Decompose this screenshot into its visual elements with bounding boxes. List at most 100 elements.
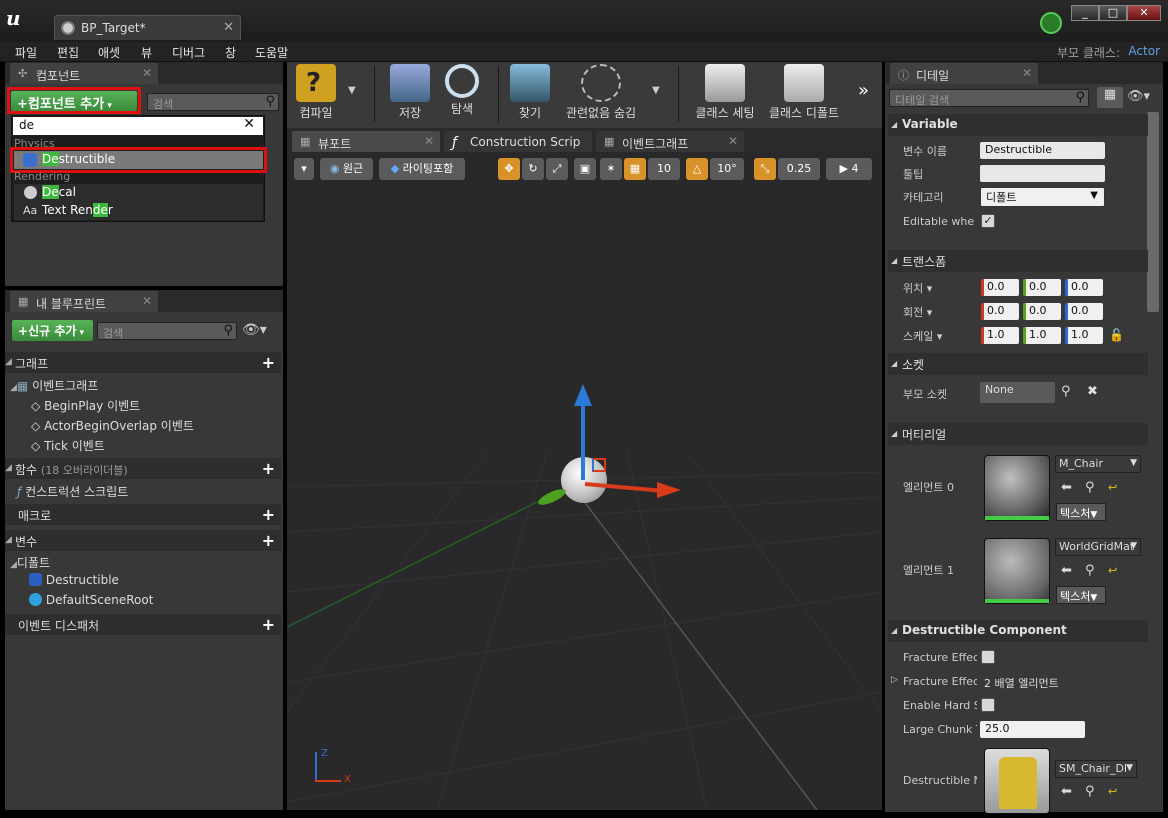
use-selected-icon[interactable]: ⬅: [1061, 480, 1072, 495]
hide-unrelated-button[interactable]: 관련없음 숨김: [563, 64, 639, 126]
world-local-button[interactable]: ▣: [574, 158, 596, 180]
add-dispatcher-icon[interactable]: +: [262, 615, 275, 634]
location-x-input[interactable]: 0.0: [981, 279, 1019, 296]
close-icon[interactable]: ✕: [424, 134, 434, 148]
location-label[interactable]: 위치 ▾: [903, 280, 932, 296]
source-control-icon[interactable]: [1040, 12, 1062, 34]
grid-snap-value[interactable]: 10: [648, 158, 680, 180]
eye-icon[interactable]: 👁▾: [1127, 89, 1150, 104]
material-thumbnail[interactable]: [984, 455, 1050, 521]
var-name-input[interactable]: Destructible: [980, 142, 1105, 159]
close-icon[interactable]: ✕: [142, 66, 152, 80]
variable-category-default[interactable]: ◢디폴트: [10, 554, 50, 574]
editable-checkbox[interactable]: ✓: [981, 214, 995, 228]
scale-tool-button[interactable]: ⤢: [546, 158, 568, 180]
use-selected-icon[interactable]: ⬅: [1061, 563, 1072, 578]
lock-icon[interactable]: 🔓: [1109, 328, 1124, 342]
add-graph-icon[interactable]: +: [262, 353, 275, 372]
section-macros[interactable]: 매크로 +: [5, 504, 281, 525]
browse-button[interactable]: 탐색: [440, 64, 484, 126]
browse-icon[interactable]: ⚲: [1085, 784, 1095, 799]
parent-class-link[interactable]: Actor: [1128, 44, 1160, 58]
close-tab-icon[interactable]: ✕: [223, 20, 234, 35]
camera-speed-button[interactable]: ▶ 4: [826, 158, 872, 180]
compile-options-icon[interactable]: ▼: [348, 85, 356, 96]
details-scrollbar[interactable]: [1147, 112, 1159, 312]
event-item[interactable]: ◇ Tick 이벤트: [31, 437, 105, 457]
reset-icon[interactable]: ↩: [1108, 785, 1117, 798]
tab-viewport[interactable]: ▦ 뷰포트 ✕: [291, 130, 441, 152]
rotation-snap-toggle[interactable]: △: [686, 158, 708, 180]
clear-icon[interactable]: ✖: [1087, 384, 1098, 399]
material-thumbnail[interactable]: [984, 538, 1050, 604]
scale-snap-value[interactable]: 0.25: [778, 158, 820, 180]
textures-button[interactable]: 텍스처▼: [1056, 503, 1106, 521]
eye-icon[interactable]: 👁▾: [242, 322, 267, 338]
gizmo-x-arrow[interactable]: [657, 482, 681, 498]
section-event-dispatchers[interactable]: 이벤트 디스패처 +: [5, 614, 281, 635]
dropdown-item-decal[interactable]: Decal: [14, 184, 263, 202]
section-destructible-component[interactable]: ◢ Destructible Component: [888, 620, 1148, 642]
add-function-icon[interactable]: +: [262, 459, 275, 478]
tab-construction-script[interactable]: ƒ Construction Scrip: [443, 130, 593, 152]
add-new-button[interactable]: +신규 추가 ▾: [12, 320, 93, 341]
save-button[interactable]: 저장: [388, 64, 432, 126]
property-matrix-button[interactable]: ▦: [1097, 87, 1123, 108]
scale-x-input[interactable]: 1.0: [981, 327, 1019, 344]
rotation-x-input[interactable]: 0.0: [981, 303, 1019, 320]
add-macro-icon[interactable]: +: [262, 505, 275, 524]
gizmo-plane-handle[interactable]: [592, 458, 606, 472]
location-z-input[interactable]: 0.0: [1065, 279, 1103, 296]
viewport[interactable]: Z X: [287, 152, 882, 810]
parent-socket-input[interactable]: None: [980, 382, 1055, 403]
section-materials[interactable]: ◢ 머티리얼: [888, 423, 1148, 445]
category-dropdown[interactable]: 디폴트 ▼: [980, 187, 1105, 207]
class-defaults-button[interactable]: 클래스 디폴트: [766, 64, 842, 126]
section-sockets[interactable]: ◢ 소켓: [888, 353, 1148, 375]
dropdown-item-text-render[interactable]: Aa Text Render: [14, 202, 263, 220]
document-tab[interactable]: BP_Target* ✕: [54, 15, 241, 40]
expand-icon[interactable]: ▷: [891, 675, 898, 685]
menu-debug[interactable]: 디버그: [172, 44, 205, 61]
surface-snap-button[interactable]: ✶: [600, 158, 622, 180]
tab-details[interactable]: ⓘ 디테일 ✕: [889, 62, 1039, 84]
reset-icon[interactable]: ↩: [1108, 564, 1117, 577]
search-icon[interactable]: ⚲: [1061, 384, 1071, 399]
section-variable[interactable]: ◢ Variable: [888, 114, 1148, 136]
rotation-label[interactable]: 회전 ▾: [903, 304, 932, 320]
menu-help[interactable]: 도움말: [255, 44, 288, 61]
menu-view[interactable]: 뷰: [141, 44, 152, 61]
close-icon[interactable]: ✕: [1022, 66, 1032, 80]
lit-mode-button[interactable]: ◆ 라이팅포함: [379, 158, 465, 180]
details-search-input[interactable]: 디테일 검색 ⚲: [889, 89, 1089, 107]
scale-label[interactable]: 스케일 ▾: [903, 328, 942, 344]
rotate-tool-button[interactable]: ↻: [522, 158, 544, 180]
find-button[interactable]: 찾기: [508, 64, 552, 126]
scale-z-input[interactable]: 1.0: [1065, 327, 1103, 344]
variable-item[interactable]: DefaultSceneRoot: [29, 593, 153, 613]
scale-y-input[interactable]: 1.0: [1023, 327, 1061, 344]
construction-script-item[interactable]: ƒ 컨스트럭션 스크립트: [17, 483, 128, 503]
variable-item[interactable]: Destructible: [29, 573, 119, 593]
add-variable-icon[interactable]: +: [262, 531, 275, 550]
fracture-effect-checkbox[interactable]: [981, 650, 995, 664]
rotation-z-input[interactable]: 0.0: [1065, 303, 1103, 320]
textures-button[interactable]: 텍스처▼: [1056, 586, 1106, 604]
mesh-selector[interactable]: SM_Chair_DM ▼: [1055, 760, 1137, 778]
clear-filter-icon[interactable]: ✕: [243, 116, 255, 132]
event-item[interactable]: ◇ ActorBeginOverlap 이벤트: [31, 417, 194, 437]
perspective-button[interactable]: ◉ 원근: [320, 158, 373, 180]
menu-window[interactable]: 창: [225, 44, 236, 61]
components-search-input[interactable]: 검색 ⚲: [147, 93, 279, 111]
section-variables[interactable]: ◢ 변수 +: [5, 530, 281, 551]
rotation-snap-value[interactable]: 10°: [710, 158, 744, 180]
blueprint-search-input[interactable]: 검색 ⚲: [97, 322, 237, 340]
compile-button[interactable]: ? 컴파일: [292, 64, 340, 126]
gizmo-z-axis[interactable]: [581, 402, 585, 480]
enable-hard-sleeping-checkbox[interactable]: [981, 698, 995, 712]
menu-edit[interactable]: 편집: [57, 44, 79, 61]
gizmo-z-arrow[interactable]: [574, 384, 592, 406]
grid-snap-toggle[interactable]: ▦: [624, 158, 646, 180]
large-chunk-input[interactable]: 25.0: [980, 721, 1085, 738]
maximize-button[interactable]: □: [1099, 5, 1127, 21]
